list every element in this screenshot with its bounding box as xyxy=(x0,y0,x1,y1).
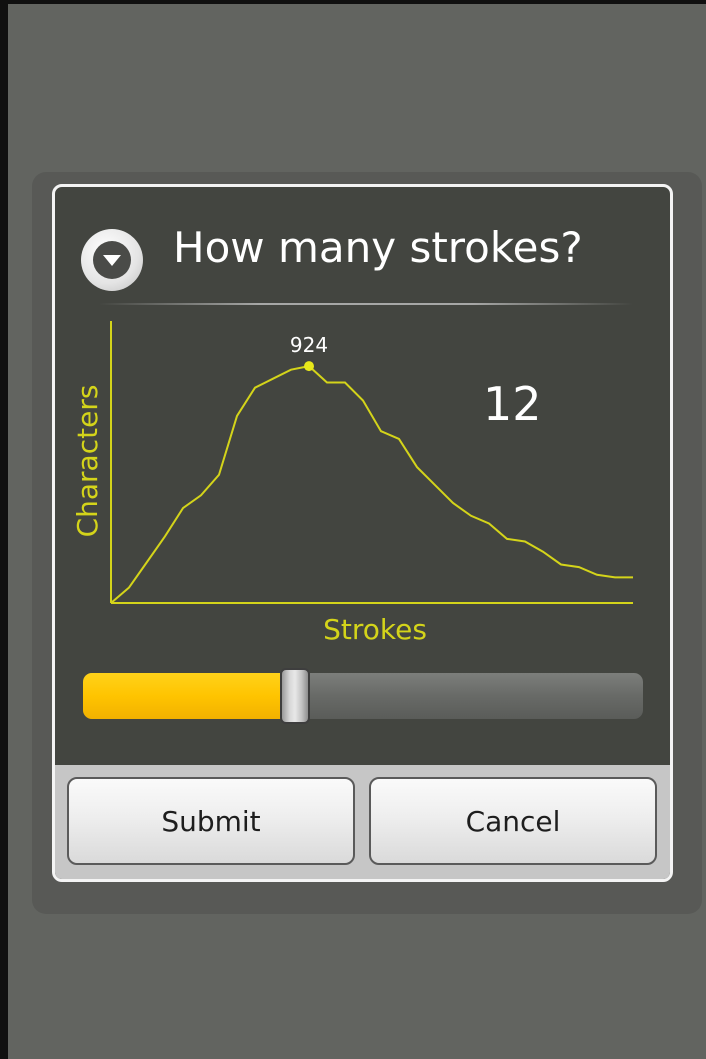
y-axis-label: Characters xyxy=(71,385,104,538)
peak-label: 924 xyxy=(290,333,328,357)
cancel-button[interactable]: Cancel xyxy=(369,777,657,865)
screen: How many strokes? 924 Strokes Characters… xyxy=(0,0,706,1059)
button-bar: Submit Cancel xyxy=(55,765,670,879)
submit-button[interactable]: Submit xyxy=(67,777,355,865)
slider-fill xyxy=(83,673,296,719)
x-axis-label: Strokes xyxy=(323,613,427,646)
stroke-count-dialog: How many strokes? 924 Strokes Characters… xyxy=(52,184,673,882)
stroke-count-value: 12 xyxy=(483,377,542,431)
stroke-count-slider[interactable] xyxy=(83,668,643,724)
slider-thumb[interactable] xyxy=(280,668,311,724)
series-line xyxy=(110,365,633,604)
peak-point xyxy=(304,361,314,372)
